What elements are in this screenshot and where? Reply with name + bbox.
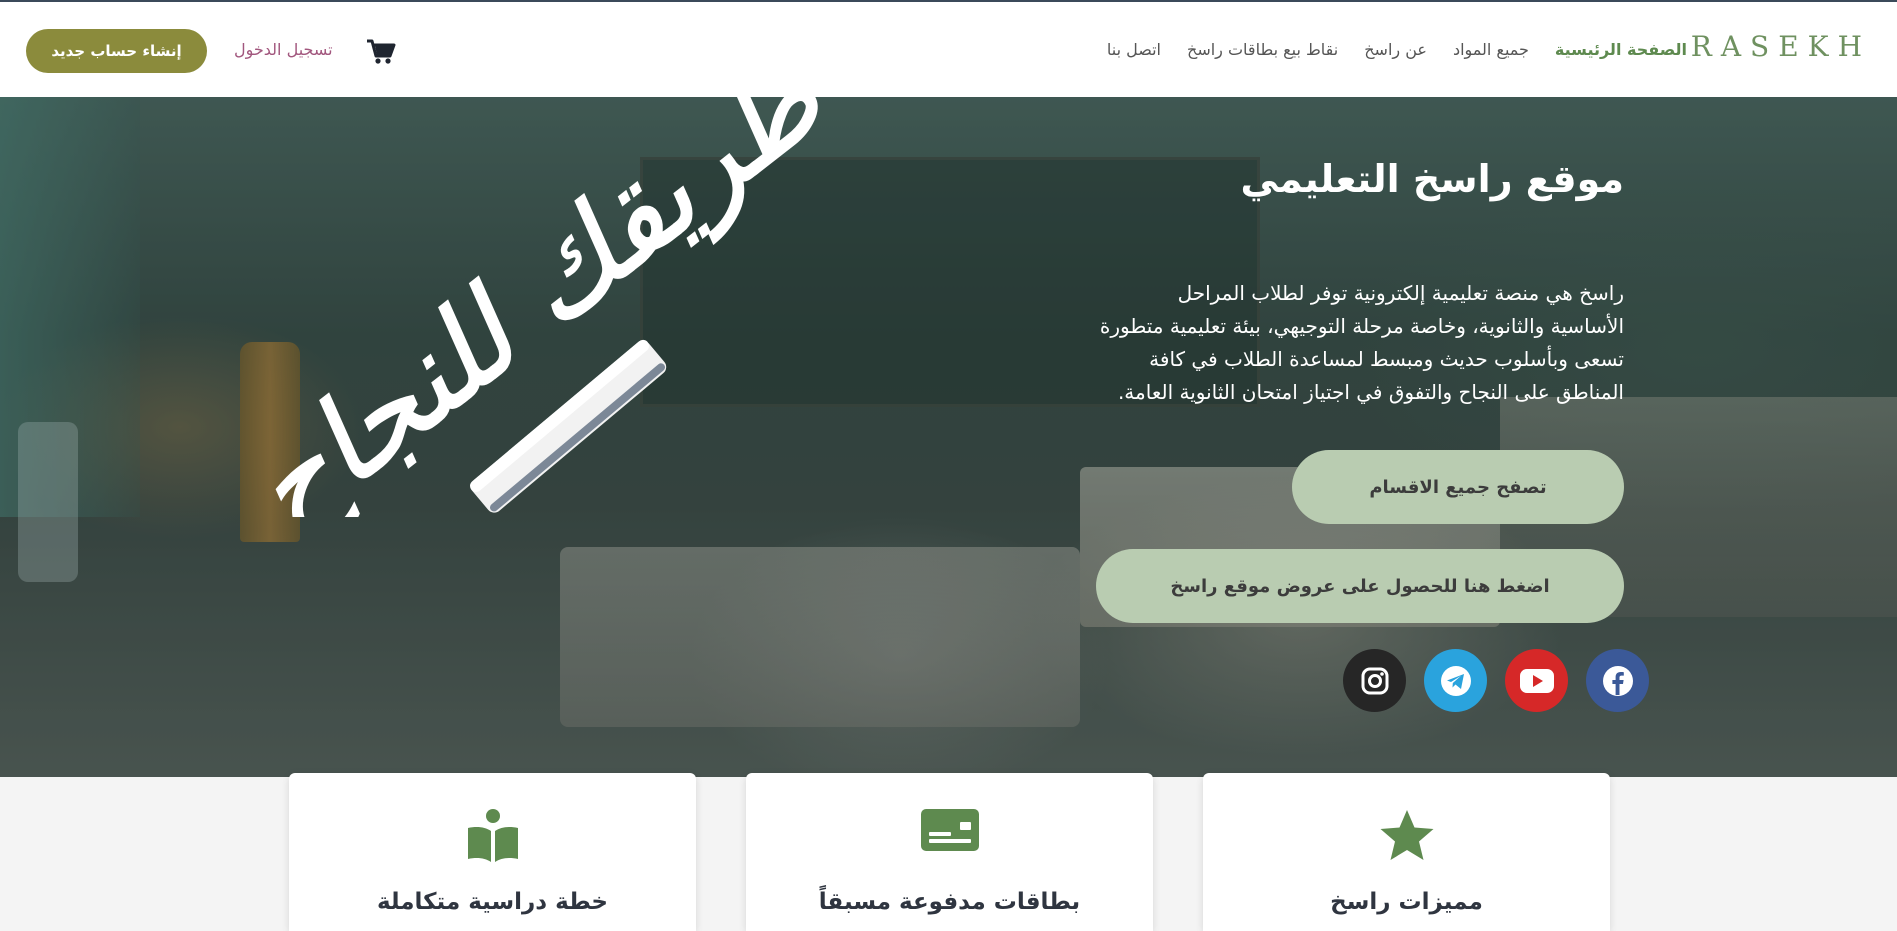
facebook-icon[interactable]: [1586, 649, 1649, 712]
feature-card-title: خطة دراسية متكاملة: [376, 889, 609, 915]
feature-card-prepaid-cards[interactable]: بطاقات مدفوعة مسبقاً: [746, 773, 1153, 931]
browse-sections-button[interactable]: تصفح جميع الاقسام: [1292, 450, 1624, 524]
feature-card-study-plan[interactable]: خطة دراسية متكاملة: [289, 773, 696, 931]
shopping-cart-icon[interactable]: [366, 38, 396, 66]
nav-item-home[interactable]: الصفحة الرئيسية: [1555, 40, 1687, 59]
hero-description-line: المناطق على النجاح والتفوق في اجتياز امت…: [1117, 380, 1624, 404]
offers-button[interactable]: اضغط هنا للحصول على عروض موقع راسخ: [1096, 549, 1624, 623]
hero-description: راسخ هي منصة تعليمية إلكترونية توفر لطلا…: [974, 277, 1624, 409]
telegram-icon[interactable]: [1424, 649, 1487, 712]
hero-description-line: تسعى وبأسلوب حديث ومبسط لمساعدة الطلاب ف…: [1149, 347, 1624, 371]
star-icon: [1378, 808, 1436, 868]
chalk-script-artwork: طريقك للنجاح: [220, 97, 851, 517]
signup-button[interactable]: إنشاء حساب جديد: [26, 29, 207, 73]
nav-item-about[interactable]: عن راسخ: [1364, 40, 1427, 59]
hero-description-line: الأساسية والثانوية، وخاصة مرحلة التوجيهي…: [1099, 314, 1624, 338]
nav-item-contact[interactable]: اتصل بنا: [1107, 40, 1161, 59]
login-link[interactable]: تسجيل الدخول: [234, 40, 333, 59]
nav-item-all-subjects[interactable]: جميع المواد: [1453, 40, 1529, 59]
main-nav: الصفحة الرئيسية جميع المواد عن راسخ نقاط…: [1107, 40, 1687, 59]
id-card-icon: [920, 808, 980, 856]
instagram-icon[interactable]: [1343, 649, 1406, 712]
hero-description-line: راسخ هي منصة تعليمية إلكترونية توفر لطلا…: [1177, 281, 1624, 305]
site-logo[interactable]: RASEKH: [1691, 30, 1871, 63]
open-book-icon: [465, 808, 521, 868]
feature-card-title: مميزات راسخ: [1330, 889, 1483, 915]
site-header: RASEKH الصفحة الرئيسية جميع المواد عن را…: [0, 2, 1897, 97]
nav-item-card-outlets[interactable]: نقاط بيع بطاقات راسخ: [1187, 40, 1338, 59]
hero-section: طريقك للنجاح موقع راسخ التعليمي راسخ هي …: [0, 97, 1897, 777]
youtube-icon[interactable]: [1505, 649, 1568, 712]
feature-card-advantages[interactable]: مميزات راسخ: [1203, 773, 1610, 931]
hero-title: موقع راسخ التعليمي: [1240, 157, 1624, 201]
feature-card-title: بطاقات مدفوعة مسبقاً: [818, 889, 1081, 915]
